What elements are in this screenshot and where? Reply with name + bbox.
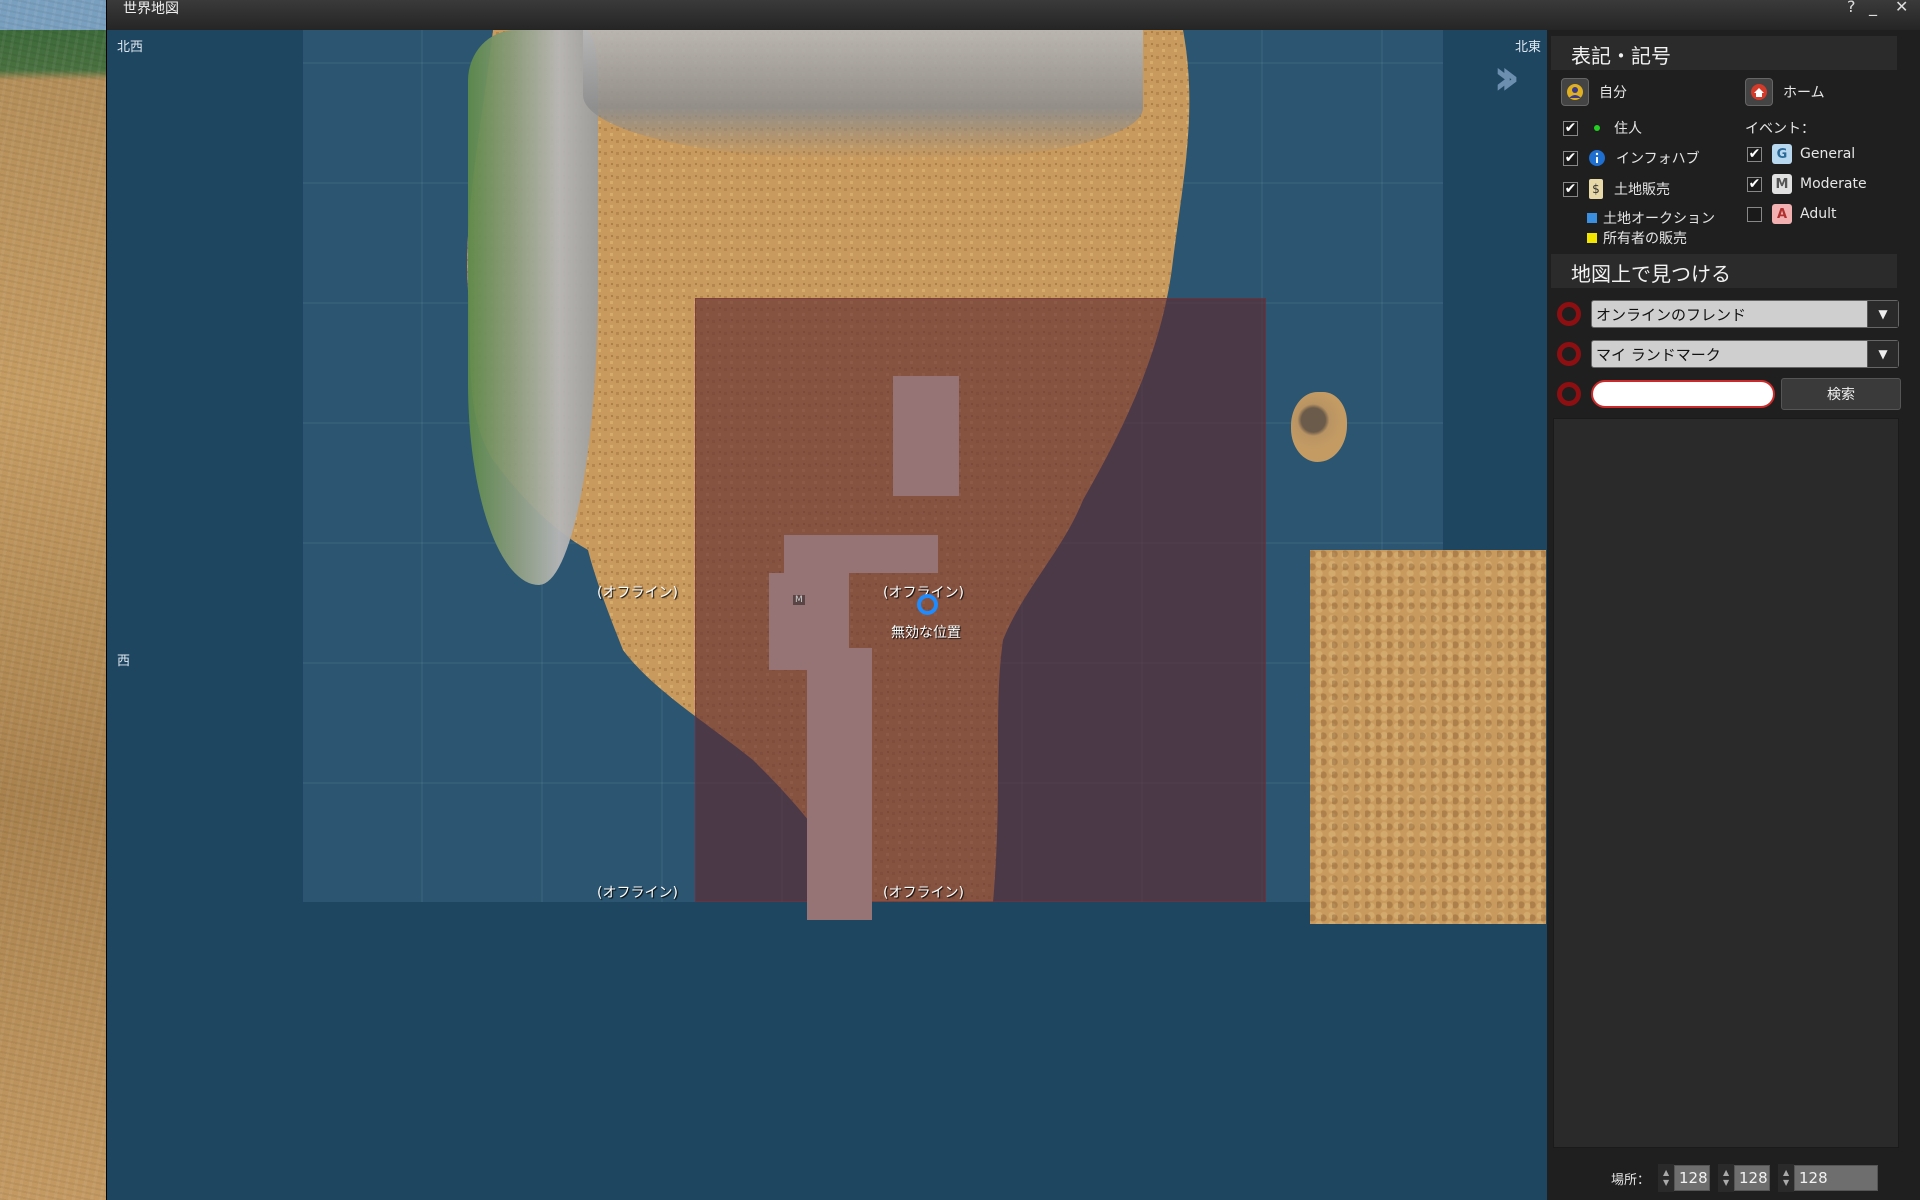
- svg-text:$: $: [1592, 182, 1600, 196]
- search-tracker-icon: [1557, 382, 1581, 406]
- event-general-label: General: [1800, 146, 1856, 162]
- event-moderate-checkbox[interactable]: [1747, 176, 1762, 192]
- location-y-spinner[interactable]: ▲ ▼ 128: [1718, 1164, 1771, 1192]
- chevron-down-icon[interactable]: ▼: [1867, 301, 1898, 327]
- online-friends-combo[interactable]: オンラインのフレンド ▼: [1591, 300, 1899, 328]
- legend-owner-sale-row: 所有者の販売: [1587, 228, 1687, 248]
- expand-panel-icon[interactable]: ››: [1493, 52, 1520, 102]
- spinner-arrows-icon[interactable]: ▲ ▼: [1658, 1164, 1675, 1192]
- legend-land-auction-label: 土地オークション: [1603, 211, 1715, 227]
- legend-residents-label: 住人: [1614, 121, 1642, 137]
- event-general-row[interactable]: G General: [1747, 144, 1855, 164]
- landmark-tracker-icon: [1557, 342, 1581, 366]
- residents-checkbox[interactable]: [1563, 120, 1578, 136]
- map-tiles: [303, 30, 1443, 902]
- spinner-arrows-icon[interactable]: ▲ ▼: [1718, 1164, 1735, 1192]
- land-sale-icon: $: [1589, 179, 1603, 199]
- owner-sale-swatch: [1587, 233, 1597, 243]
- chevron-down-icon[interactable]: ▼: [1867, 341, 1898, 367]
- search-row[interactable]: 検索: [1557, 378, 1901, 410]
- event-adult-checkbox[interactable]: [1747, 206, 1762, 222]
- terrain-rock-north: [583, 30, 1143, 160]
- friends-row[interactable]: オンラインのフレンド ▼: [1557, 300, 1899, 328]
- agent-location-marker[interactable]: [917, 594, 938, 615]
- legend-residents-row[interactable]: 住人: [1563, 118, 1642, 138]
- legend-home-row[interactable]: ホーム: [1745, 78, 1825, 106]
- location-label: 場所：: [1611, 1172, 1651, 1188]
- self-avatar-icon[interactable]: [1561, 78, 1589, 106]
- world-map-canvas[interactable]: 北西 北 北東 西 東: [107, 30, 1547, 1200]
- east-sand-parcel: [1310, 550, 1546, 924]
- legend-self-row[interactable]: 自分: [1561, 78, 1627, 106]
- event-moderate-row[interactable]: M Moderate: [1747, 174, 1867, 194]
- events-label: イベント：: [1745, 121, 1815, 137]
- region-status-label: (オフライン): [883, 885, 964, 901]
- marker-label: 無効な位置: [891, 625, 961, 641]
- location-x-spinner[interactable]: ▲ ▼ 128: [1658, 1164, 1711, 1192]
- region-status-label: (オフライン): [597, 585, 678, 601]
- event-general-checkbox[interactable]: [1747, 146, 1762, 162]
- search-button[interactable]: 検索: [1781, 378, 1901, 410]
- region-search-input[interactable]: [1591, 380, 1775, 408]
- location-x-field[interactable]: 128: [1674, 1165, 1711, 1191]
- legend-land-sale-row[interactable]: $ 土地販売: [1563, 178, 1670, 200]
- land-auction-swatch: [1587, 213, 1597, 223]
- find-on-map-header: 地図上で見つける: [1551, 254, 1897, 288]
- location-z-field[interactable]: 128: [1794, 1165, 1879, 1191]
- legend-self-label: 自分: [1599, 85, 1627, 101]
- friend-tracker-icon: [1557, 302, 1581, 326]
- compass-northeast: 北東: [1515, 40, 1542, 55]
- info-icon: [1589, 150, 1605, 166]
- general-badge-icon: G: [1772, 144, 1792, 164]
- legend-side-panel: ›› 表記・記号 自分 ホーム 住人 インフォハブ: [1493, 30, 1920, 1200]
- legend-land-auction-row: 土地オークション: [1587, 208, 1715, 228]
- compass-northwest: 北西: [117, 40, 144, 55]
- legend-infohub-row[interactable]: インフォハブ: [1563, 148, 1700, 168]
- help-icon[interactable]: ?: [1847, 0, 1856, 16]
- event-adult-label: Adult: [1800, 206, 1837, 222]
- spinner-arrows-icon[interactable]: ▲ ▼: [1778, 1164, 1795, 1192]
- event-adult-row[interactable]: A Adult: [1747, 204, 1836, 224]
- location-z-spinner[interactable]: ▲ ▼ 128: [1778, 1164, 1879, 1192]
- event-moderate-label: Moderate: [1800, 176, 1867, 192]
- my-landmarks-combo[interactable]: マイ ランドマーク ▼: [1591, 340, 1899, 368]
- green-dot-icon: [1594, 125, 1600, 131]
- world-map-floater: 世界地図 ? _ ✕ 北西 北 北東 西 東: [106, 0, 1920, 1200]
- terrain-rock-west: [468, 30, 598, 585]
- moderate-badge-icon: M: [1772, 174, 1792, 194]
- close-icon[interactable]: ✕: [1895, 0, 1908, 16]
- legend-home-label: ホーム: [1783, 85, 1825, 101]
- region-status-label: (オフライン): [597, 885, 678, 901]
- landmarks-row[interactable]: マイ ランドマーク ▼: [1557, 340, 1899, 368]
- legend-land-sale-label: 土地販売: [1614, 182, 1670, 198]
- home-icon[interactable]: [1745, 78, 1773, 106]
- minimize-icon[interactable]: _: [1869, 0, 1877, 16]
- title-bar[interactable]: 世界地図 ? _ ✕: [107, 0, 1920, 30]
- location-y-field[interactable]: 128: [1734, 1165, 1771, 1191]
- land-sale-checkbox[interactable]: [1563, 181, 1578, 197]
- building-block-pier: [807, 648, 872, 920]
- location-row: 場所： ▲ ▼ 128 ▲ ▼ 128 ▲ ▼ 128: [1601, 1164, 1879, 1192]
- search-results-list[interactable]: [1553, 418, 1899, 1148]
- legend-header: 表記・記号: [1551, 36, 1897, 70]
- legend-owner-sale-label: 所有者の販売: [1603, 231, 1687, 247]
- legend-infohub-label: インフォハブ: [1616, 151, 1700, 167]
- building-block-center: [784, 535, 938, 573]
- adult-badge-icon: A: [1772, 204, 1792, 224]
- window-title: 世界地図: [123, 1, 179, 17]
- compass-west: 西: [117, 654, 131, 669]
- map-tag-m: M: [793, 595, 805, 605]
- infohub-checkbox[interactable]: [1563, 150, 1578, 166]
- events-label-row: イベント：: [1745, 118, 1815, 138]
- building-block-north: [893, 376, 959, 496]
